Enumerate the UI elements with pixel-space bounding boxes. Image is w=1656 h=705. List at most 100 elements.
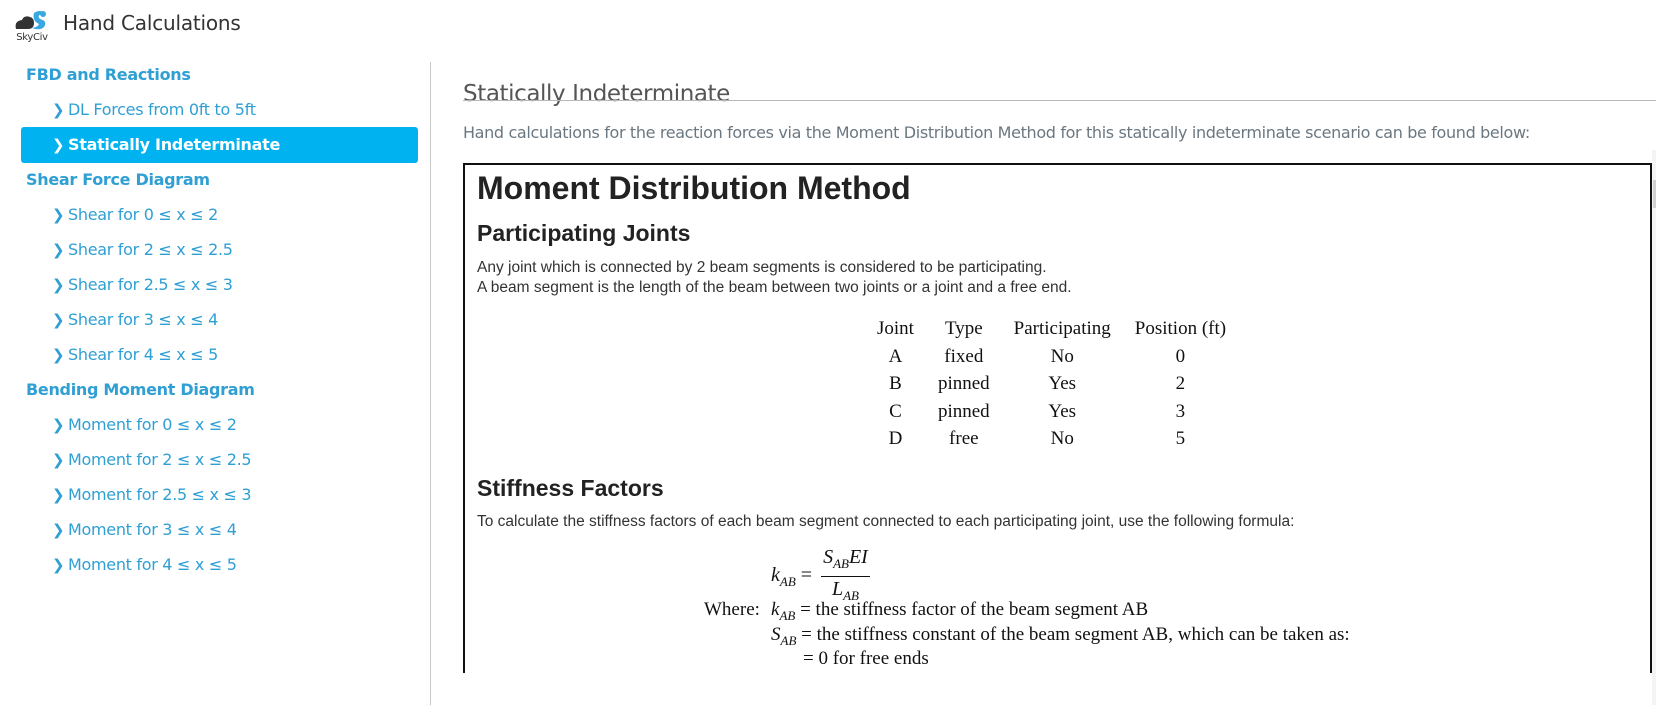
intro-text: Hand calculations for the reaction force…: [463, 123, 1530, 142]
participating-text-2: A beam segment is the length of the beam…: [477, 279, 1072, 296]
sidebar-item-label: Shear for 2 ≤ x ≤ 2.5: [68, 240, 233, 259]
sidebar-item-2[interactable]: ❯ Statically Indeterminate: [21, 127, 418, 163]
where-var: S: [771, 624, 781, 645]
sidebar-item-10[interactable]: ❯ Moment for 0 ≤ x ≤ 2: [21, 407, 418, 443]
sidebar-section-3[interactable]: Shear Force Diagram: [21, 162, 418, 198]
table-cell: D: [888, 428, 903, 449]
chevron-right-icon: ❯: [52, 451, 65, 469]
document-heading: Moment Distribution Method: [477, 170, 911, 206]
stiffness-factors-heading: Stiffness Factors: [477, 475, 664, 501]
sidebar-section-9[interactable]: Bending Moment Diagram: [21, 372, 418, 408]
skyciv-logo[interactable]: SkyCiv: [12, 9, 52, 45]
sidebar-nav: FBD and Reactions ❯ DL Forces from 0ft to …: [0, 62, 431, 705]
where-line-2: = 0 for free ends: [803, 648, 929, 670]
sidebar-section-0[interactable]: FBD and Reactions: [21, 57, 418, 93]
chevron-right-icon: ❯: [52, 241, 65, 259]
where-sub: AB: [779, 607, 796, 623]
where-text: = 0 for free ends: [803, 648, 929, 669]
formula-lhs-var: k: [771, 564, 780, 587]
where-line-0: kAB = the stiffness factor of the beam s…: [771, 599, 1148, 624]
sidebar-item-8[interactable]: ❯ Shear for 4 ≤ x ≤ 5: [21, 337, 418, 373]
where-text: = the stiffness constant of the beam seg…: [801, 624, 1350, 645]
table-row: Dfree No 5: [865, 425, 1238, 453]
sidebar-item-label: FBD and Reactions: [26, 65, 191, 84]
where-line-1: SAB = the stiffness constant of the beam…: [771, 624, 1350, 649]
table-cell: No: [1050, 345, 1074, 367]
sidebar-item-label: Moment for 0 ≤ x ≤ 2: [68, 415, 237, 434]
table-cell: 5: [1175, 428, 1186, 449]
sidebar-item-label: Shear for 2.5 ≤ x ≤ 3: [68, 275, 233, 294]
header-position: Position (ft): [1134, 318, 1227, 339]
table-cell: C: [889, 400, 902, 422]
numerator-var: S: [823, 546, 834, 568]
sidebar-item-14[interactable]: ❯ Moment for 4 ≤ x ≤ 5: [21, 547, 418, 583]
page-scrollbar[interactable]: [1652, 150, 1656, 705]
header-type: Type: [944, 318, 983, 339]
logo-text: SkyCiv: [16, 32, 48, 43]
table-row: Bpinned Yes 2: [865, 370, 1238, 398]
chevron-right-icon: ❯: [52, 346, 65, 364]
chevron-right-icon: ❯: [52, 521, 65, 539]
chevron-right-icon: ❯: [52, 556, 65, 574]
formula-equals: =: [800, 564, 813, 587]
table-row: Afixed No 0: [865, 343, 1238, 371]
formula-numerator: SABEI: [821, 545, 870, 577]
where-label: Where:: [704, 599, 760, 620]
where-text: = the stiffness factor of the beam segme…: [800, 599, 1149, 620]
table-cell: 3: [1175, 400, 1186, 422]
sidebar-item-label: Moment for 2.5 ≤ x ≤ 3: [68, 485, 252, 504]
sidebar-item-label: DL Forces from 0ft to 5ft: [68, 100, 256, 119]
denominator-var: L: [831, 578, 844, 600]
sidebar-item-4[interactable]: ❯ Shear for 0 ≤ x ≤ 2: [21, 197, 418, 233]
table-cell: No: [1050, 428, 1074, 449]
header-joint: Joint: [877, 318, 914, 339]
sidebar-item-label: Moment for 2 ≤ x ≤ 2.5: [68, 450, 252, 469]
joints-table: Joint Type Participating Position (ft) A…: [865, 315, 1238, 453]
chevron-right-icon: ❯: [52, 136, 65, 154]
sidebar-item-label: Bending Moment Diagram: [26, 380, 255, 399]
header-participating: Participating: [1013, 318, 1111, 339]
app-header: SkyCiv Hand Calculations: [0, 0, 1656, 50]
sidebar-item-7[interactable]: ❯ Shear for 3 ≤ x ≤ 4: [21, 302, 418, 338]
sidebar-item-13[interactable]: ❯ Moment for 3 ≤ x ≤ 4: [21, 512, 418, 548]
sidebar-item-label: Moment for 3 ≤ x ≤ 4: [68, 520, 237, 539]
calculation-document: Moment Distribution Method Participating…: [463, 163, 1652, 673]
chevron-right-icon: ❯: [52, 416, 65, 434]
sidebar-item-label: Shear for 0 ≤ x ≤ 2: [68, 205, 218, 224]
title-divider: [463, 100, 1656, 101]
sidebar-item-label: Statically Indeterminate: [68, 135, 281, 154]
sidebar-item-6[interactable]: ❯ Shear for 2.5 ≤ x ≤ 3: [21, 267, 418, 303]
table-cell: Yes: [1048, 400, 1077, 422]
chevron-right-icon: ❯: [52, 101, 65, 119]
sidebar-item-label: Shear for 4 ≤ x ≤ 5: [68, 345, 218, 364]
app-title: Hand Calculations: [63, 11, 241, 35]
table-cell: fixed: [944, 345, 984, 367]
sidebar-item-11[interactable]: ❯ Moment for 2 ≤ x ≤ 2.5: [21, 442, 418, 478]
table-cell: pinned: [937, 400, 990, 422]
stiffness-intro: To calculate the stiffness factors of ea…: [477, 513, 1295, 530]
sidebar-item-5[interactable]: ❯ Shear for 2 ≤ x ≤ 2.5: [21, 232, 418, 268]
sidebar-divider: [430, 62, 431, 705]
chevron-right-icon: ❯: [52, 311, 65, 329]
sidebar-item-12[interactable]: ❯ Moment for 2.5 ≤ x ≤ 3: [21, 477, 418, 513]
chevron-right-icon: ❯: [52, 276, 65, 294]
chevron-right-icon: ❯: [52, 486, 65, 504]
table-cell: 0: [1175, 345, 1186, 367]
participating-text-1: Any joint which is connected by 2 beam s…: [477, 259, 1047, 276]
formula-lhs-sub: AB: [779, 574, 796, 590]
participating-joints-heading: Participating Joints: [477, 220, 691, 246]
skyciv-cloud-icon: [15, 11, 46, 30]
where-sub: AB: [780, 632, 797, 648]
table-row: Cpinned Yes 3: [865, 398, 1238, 426]
table-header-row: Joint Type Participating Position (ft): [865, 315, 1238, 343]
page-title: Statically Indeterminate: [463, 81, 730, 108]
sidebar-item-label: Moment for 4 ≤ x ≤ 5: [68, 555, 237, 574]
sidebar-item-label: Shear for 3 ≤ x ≤ 4: [68, 310, 218, 329]
chevron-right-icon: ❯: [52, 206, 65, 224]
table-cell: pinned: [937, 373, 990, 394]
sidebar-item-1[interactable]: ❯ DL Forces from 0ft to 5ft: [21, 92, 418, 128]
sidebar-item-label: Shear Force Diagram: [26, 170, 210, 189]
numerator-sub: AB: [833, 556, 849, 571]
table-cell: Yes: [1048, 373, 1077, 394]
table-cell: free: [949, 428, 979, 449]
